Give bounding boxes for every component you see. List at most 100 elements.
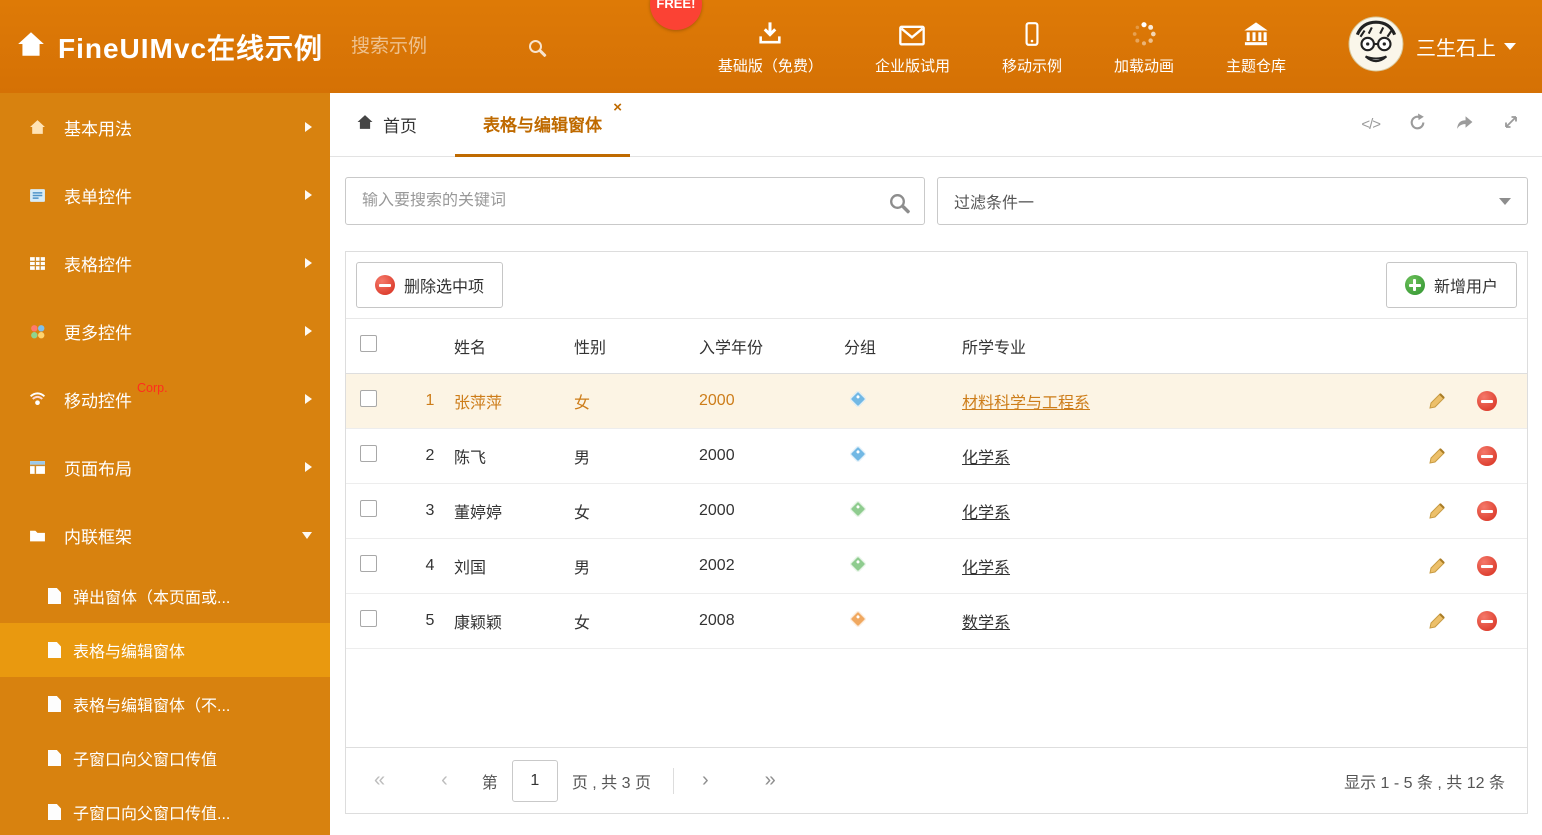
- delete-row-icon[interactable]: [1477, 391, 1497, 411]
- keyword-search-input[interactable]: [362, 192, 891, 210]
- home-tab-icon: [356, 114, 374, 135]
- col-header-group[interactable]: 分组: [844, 334, 962, 358]
- sidebar-subitem-grid-edit-window[interactable]: 表格与编辑窗体: [0, 623, 330, 677]
- search-icon[interactable]: [890, 193, 905, 209]
- add-user-button[interactable]: 新增用户: [1385, 262, 1517, 308]
- table-row[interactable]: 3 董婷婷 女 2000 化学系: [346, 484, 1527, 539]
- chevron-right-icon: [305, 394, 312, 404]
- user-menu[interactable]: 三生石上: [1348, 16, 1516, 77]
- sidebar-subitem-child-to-parent-2[interactable]: 子窗口向父窗口传值...: [0, 785, 330, 835]
- header-nav: FREE! 基础版（免费） 企业版试用 移动示例 加载动画 主题仓库: [649, 0, 1312, 76]
- app-title: FineUIMvc在线示例: [58, 32, 324, 64]
- tab-strip: 首页 表格与编辑窗体 × </>: [330, 93, 1542, 157]
- major-link[interactable]: 数学系: [962, 615, 1010, 632]
- select-all-checkbox[interactable]: [360, 335, 377, 352]
- table-row[interactable]: 2 陈飞 男 2000 化学系: [346, 429, 1527, 484]
- tab-home[interactable]: 首页: [346, 112, 427, 137]
- sidebar-item-label: 移动控件: [64, 391, 132, 411]
- minus-circle-icon: [375, 275, 395, 295]
- sidebar: 基本用法 表单控件 表格控件 更多控件 移动控件 Corp. 页面布局 内联框架…: [0, 93, 330, 835]
- edit-icon[interactable]: [1415, 391, 1459, 411]
- sidebar-subitem-popup-window[interactable]: 弹出窗体（本页面或...: [0, 569, 330, 623]
- nav-label: 企业版试用: [874, 57, 950, 75]
- edit-icon[interactable]: [1415, 611, 1459, 631]
- chevron-right-icon: [305, 122, 312, 132]
- next-page-button[interactable]: ›: [696, 769, 715, 792]
- grid-panel: 删除选中项 新增用户 姓名 性别 入学年份 分组 所学专业 1 张萍萍 女 20…: [345, 251, 1528, 814]
- last-page-button[interactable]: »: [759, 769, 782, 792]
- major-link[interactable]: 材料科学与工程系: [962, 395, 1090, 412]
- view-source-icon[interactable]: </>: [1361, 116, 1381, 133]
- sidebar-item-label: 表格控件: [64, 255, 132, 275]
- nav-item-loading-animation[interactable]: 加载动画: [1088, 18, 1200, 76]
- top-header: FineUIMvc在线示例 FREE! 基础版（免费） 企业版试用 移动示例: [0, 0, 1542, 93]
- share-icon[interactable]: [1455, 113, 1474, 136]
- row-checkbox[interactable]: [360, 500, 377, 517]
- nav-item-mobile-demo[interactable]: 移动示例: [976, 18, 1088, 76]
- record-summary: 显示 1 - 5 条 , 共 12 条: [1344, 774, 1505, 792]
- table-row[interactable]: 4 刘国 男 2002 化学系: [346, 539, 1527, 594]
- edit-icon[interactable]: [1415, 556, 1459, 576]
- edit-icon[interactable]: [1415, 446, 1459, 466]
- sidebar-item-label: 内联框架: [64, 527, 132, 547]
- filter-dropdown[interactable]: 过滤条件一: [937, 177, 1528, 225]
- major-link[interactable]: 化学系: [962, 450, 1010, 467]
- nav-label: 移动示例: [1001, 57, 1062, 75]
- close-icon[interactable]: ×: [613, 99, 622, 116]
- refresh-icon[interactable]: [1408, 113, 1427, 137]
- student-name: 董婷婷: [454, 505, 503, 522]
- chevron-down-icon: [1499, 197, 1511, 205]
- brand[interactable]: FineUIMvc在线示例: [16, 27, 323, 67]
- prev-page-button[interactable]: ‹: [435, 769, 454, 792]
- row-checkbox[interactable]: [360, 390, 377, 407]
- nav-item-enterprise-trial[interactable]: 企业版试用: [849, 18, 976, 76]
- row-checkbox[interactable]: [360, 610, 377, 627]
- delete-selected-button[interactable]: 删除选中项: [356, 262, 504, 308]
- header-search-input[interactable]: [351, 35, 522, 58]
- avatar: [1348, 16, 1404, 77]
- table-row[interactable]: 1 张萍萍 女 2000 材料科学与工程系: [346, 374, 1527, 429]
- col-header-year[interactable]: 入学年份: [699, 334, 844, 358]
- col-header-gender[interactable]: 性别: [574, 334, 699, 358]
- chevron-down-icon: [302, 531, 312, 539]
- folder-icon: [28, 527, 50, 544]
- major-link[interactable]: 化学系: [962, 505, 1010, 522]
- sidebar-item-table-controls[interactable]: 表格控件: [0, 229, 330, 297]
- fullscreen-icon[interactable]: [1502, 113, 1520, 136]
- row-number: 3: [425, 502, 435, 519]
- table-row[interactable]: 5 康颖颖 女 2008 数学系: [346, 594, 1527, 649]
- free-badge: FREE!: [649, 0, 702, 30]
- major-link[interactable]: 化学系: [962, 560, 1010, 577]
- col-header-name[interactable]: 姓名: [454, 334, 574, 358]
- search-icon[interactable]: [529, 40, 543, 53]
- tab-label: 表格与编辑窗体: [483, 115, 602, 135]
- row-checkbox[interactable]: [360, 555, 377, 572]
- row-checkbox[interactable]: [360, 445, 377, 462]
- student-name: 张萍萍: [454, 395, 503, 412]
- sidebar-submenu: 弹出窗体（本页面或... 表格与编辑窗体 表格与编辑窗体（不... 子窗口向父窗…: [0, 569, 330, 835]
- first-page-button[interactable]: «: [368, 769, 391, 792]
- grid-toolbar: 删除选中项 新增用户: [346, 252, 1527, 318]
- tab-grid-edit-window[interactable]: 表格与编辑窗体 ×: [455, 93, 630, 157]
- page-number-input[interactable]: [511, 759, 558, 802]
- sidebar-subitem-child-to-parent[interactable]: 子窗口向父窗口传值: [0, 731, 330, 785]
- nav-item-theme-store[interactable]: 主题仓库: [1200, 18, 1312, 76]
- sidebar-subitem-grid-edit-window-2[interactable]: 表格与编辑窗体（不...: [0, 677, 330, 731]
- delete-row-icon[interactable]: [1477, 501, 1497, 521]
- nav-label: 主题仓库: [1225, 57, 1286, 75]
- nav-item-basic-version[interactable]: FREE! 基础版（免费）: [649, 0, 849, 76]
- bank-icon: [1241, 18, 1271, 48]
- page-icon: [48, 804, 61, 820]
- delete-row-icon[interactable]: [1477, 446, 1497, 466]
- edit-icon[interactable]: [1415, 501, 1459, 521]
- sidebar-item-page-layout[interactable]: 页面布局: [0, 433, 330, 501]
- sidebar-item-basic-usage[interactable]: 基本用法: [0, 93, 330, 161]
- sidebar-item-form-controls[interactable]: 表单控件: [0, 161, 330, 229]
- sidebar-item-mobile-controls[interactable]: 移动控件 Corp.: [0, 365, 330, 433]
- sidebar-item-iframe[interactable]: 内联框架: [0, 501, 330, 569]
- sidebar-item-more-controls[interactable]: 更多控件: [0, 297, 330, 365]
- delete-row-icon[interactable]: [1477, 611, 1497, 631]
- delete-row-icon[interactable]: [1477, 556, 1497, 576]
- tab-label: 首页: [383, 117, 417, 136]
- col-header-major[interactable]: 所学专业: [962, 334, 1415, 358]
